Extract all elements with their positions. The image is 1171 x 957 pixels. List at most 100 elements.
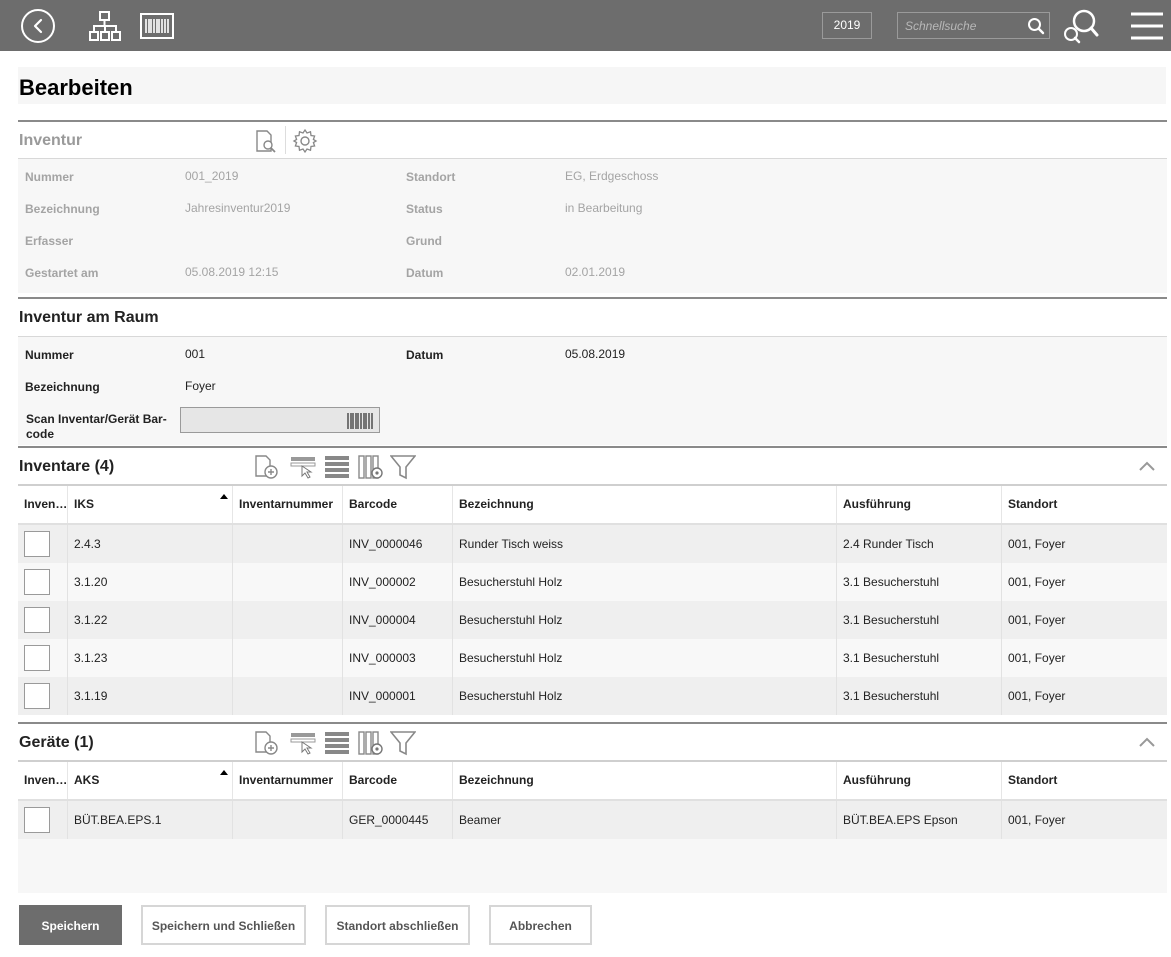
select-rows-icon[interactable]	[290, 454, 316, 483]
close-location-button[interactable]: Standort abschließen	[325, 905, 470, 945]
inventare-table: Inven… IKS Inventarnummer Barcode Bezeic…	[18, 486, 1167, 717]
row-checkbox[interactable]	[24, 607, 50, 633]
hierarchy-icon[interactable]	[88, 10, 124, 46]
cell-iks: 3.1.20	[67, 563, 232, 601]
cell-barcode: INV_000003	[342, 639, 452, 677]
cell-bezeichnung: Runder Tisch weiss	[452, 525, 836, 563]
col-ausfuehrung[interactable]: Ausführung	[836, 762, 1001, 799]
cell-iks: 2.4.3	[67, 525, 232, 563]
cell-bezeichnung: Besucherstuhl Holz	[452, 563, 836, 601]
raum-title: Inventur am Raum	[19, 309, 159, 326]
nummer-label: Nummer	[25, 170, 74, 184]
list-view-icon[interactable]	[324, 454, 350, 483]
quick-search-input[interactable]	[898, 13, 1023, 38]
datum-value: 02.01.2019	[565, 265, 626, 279]
sort-asc-icon	[220, 770, 228, 775]
cell-standort: 001, Foyer	[1001, 563, 1167, 601]
advanced-search-icon[interactable]	[1062, 8, 1099, 44]
cell-inventarnummer	[232, 677, 342, 715]
row-checkbox-cell	[18, 563, 67, 601]
cell-bezeichnung: Besucherstuhl Holz	[452, 639, 836, 677]
col-inventur[interactable]: Inven…	[18, 486, 67, 523]
table-row[interactable]: 2.4.3 INV_0000046 Runder Tisch weiss 2.4…	[18, 525, 1167, 563]
cell-inventarnummer	[232, 525, 342, 563]
bezeichnung-label: Bezeichnung	[25, 202, 100, 216]
cell-standort: 001, Foyer	[1001, 601, 1167, 639]
cell-barcode: INV_0000046	[342, 525, 452, 563]
raum-datum-label: Datum	[406, 348, 444, 362]
row-checkbox-cell	[18, 639, 67, 677]
back-circle-icon[interactable]	[21, 9, 55, 43]
top-bar: 2019	[0, 0, 1171, 51]
erfasser-label: Erfasser	[25, 234, 74, 248]
page-title: Bearbeiten	[19, 75, 133, 100]
col-ausfuehrung[interactable]: Ausführung	[836, 486, 1001, 523]
table-row[interactable]: 3.1.23 INV_000003 Besucherstuhl Holz 3.1…	[18, 639, 1167, 677]
scan-barcode-input[interactable]	[180, 407, 380, 433]
column-settings-icon[interactable]	[358, 730, 384, 759]
list-view-icon[interactable]	[324, 730, 350, 759]
year-selector[interactable]: 2019	[822, 12, 872, 39]
collapse-chevron-icon[interactable]	[1139, 460, 1155, 474]
row-checkbox[interactable]	[24, 531, 50, 557]
cell-aks: BÜT.BEA.EPS.1	[67, 801, 232, 839]
scan-label-line1: Scan Inventar/Gerät Bar-	[26, 412, 167, 426]
col-iks[interactable]: IKS	[67, 486, 232, 523]
quick-search-box	[897, 12, 1050, 39]
save-button[interactable]: Speichern	[19, 905, 122, 945]
cell-standort: 001, Foyer	[1001, 801, 1167, 839]
cell-standort: 001, Foyer	[1001, 639, 1167, 677]
cell-inventarnummer	[232, 639, 342, 677]
cell-barcode: INV_000002	[342, 563, 452, 601]
cell-standort: 001, Foyer	[1001, 677, 1167, 715]
column-settings-icon[interactable]	[358, 454, 384, 483]
geraete-title: Geräte (1)	[19, 734, 94, 751]
gear-icon[interactable]	[292, 128, 318, 157]
col-barcode[interactable]: Barcode	[342, 762, 452, 799]
col-bezeichnung[interactable]: Bezeichnung	[452, 762, 836, 799]
collapse-chevron-icon[interactable]	[1139, 736, 1155, 750]
row-checkbox-cell	[18, 677, 67, 715]
col-standort[interactable]: Standort	[1001, 486, 1167, 523]
select-rows-icon[interactable]	[290, 730, 316, 759]
gestartet-value: 05.08.2019 12:15	[185, 265, 279, 279]
row-checkbox[interactable]	[24, 645, 50, 671]
hamburger-menu-icon[interactable]	[1130, 12, 1166, 48]
row-checkbox[interactable]	[24, 683, 50, 709]
cell-iks: 3.1.19	[67, 677, 232, 715]
raum-bezeichnung-value: Foyer	[185, 379, 216, 393]
col-bezeichnung[interactable]: Bezeichnung	[452, 486, 836, 523]
sort-asc-icon	[220, 494, 228, 499]
cell-barcode: GER_0000445	[342, 801, 452, 839]
row-checkbox-cell	[18, 525, 67, 563]
col-standort[interactable]: Standort	[1001, 762, 1167, 799]
geraete-table-header: Inven… AKS Inventarnummer Barcode Bezeic…	[18, 762, 1167, 801]
nummer-value: 001_2019	[185, 169, 239, 183]
col-inventur[interactable]: Inven…	[18, 762, 67, 799]
filter-icon[interactable]	[389, 454, 417, 483]
cell-inventarnummer	[232, 601, 342, 639]
row-checkbox[interactable]	[24, 807, 50, 833]
col-inventarnummer[interactable]: Inventarnummer	[232, 762, 342, 799]
search-icon[interactable]	[1027, 17, 1045, 38]
table-row[interactable]: 3.1.22 INV_000004 Besucherstuhl Holz 3.1…	[18, 601, 1167, 639]
inventare-table-header: Inven… IKS Inventarnummer Barcode Bezeic…	[18, 486, 1167, 525]
document-search-icon[interactable]	[254, 129, 278, 156]
table-row[interactable]: 3.1.19 INV_000001 Besucherstuhl Holz 3.1…	[18, 677, 1167, 715]
col-barcode[interactable]: Barcode	[342, 486, 452, 523]
cancel-button[interactable]: Abbrechen	[489, 905, 592, 945]
col-inventarnummer[interactable]: Inventarnummer	[232, 486, 342, 523]
status-label: Status	[406, 202, 443, 216]
col-aks[interactable]: AKS	[67, 762, 232, 799]
cell-inventarnummer	[232, 563, 342, 601]
barcode-icon[interactable]	[140, 13, 176, 49]
cell-barcode: INV_000001	[342, 677, 452, 715]
row-checkbox[interactable]	[24, 569, 50, 595]
row-checkbox-cell	[18, 801, 67, 839]
add-document-icon[interactable]	[254, 730, 280, 759]
table-row[interactable]: BÜT.BEA.EPS.1 GER_0000445 Beamer BÜT.BEA…	[18, 801, 1167, 839]
filter-icon[interactable]	[389, 730, 417, 759]
add-document-icon[interactable]	[254, 454, 280, 483]
save-and-close-button[interactable]: Speichern und Schließen	[141, 905, 306, 945]
table-row[interactable]: 3.1.20 INV_000002 Besucherstuhl Holz 3.1…	[18, 563, 1167, 601]
